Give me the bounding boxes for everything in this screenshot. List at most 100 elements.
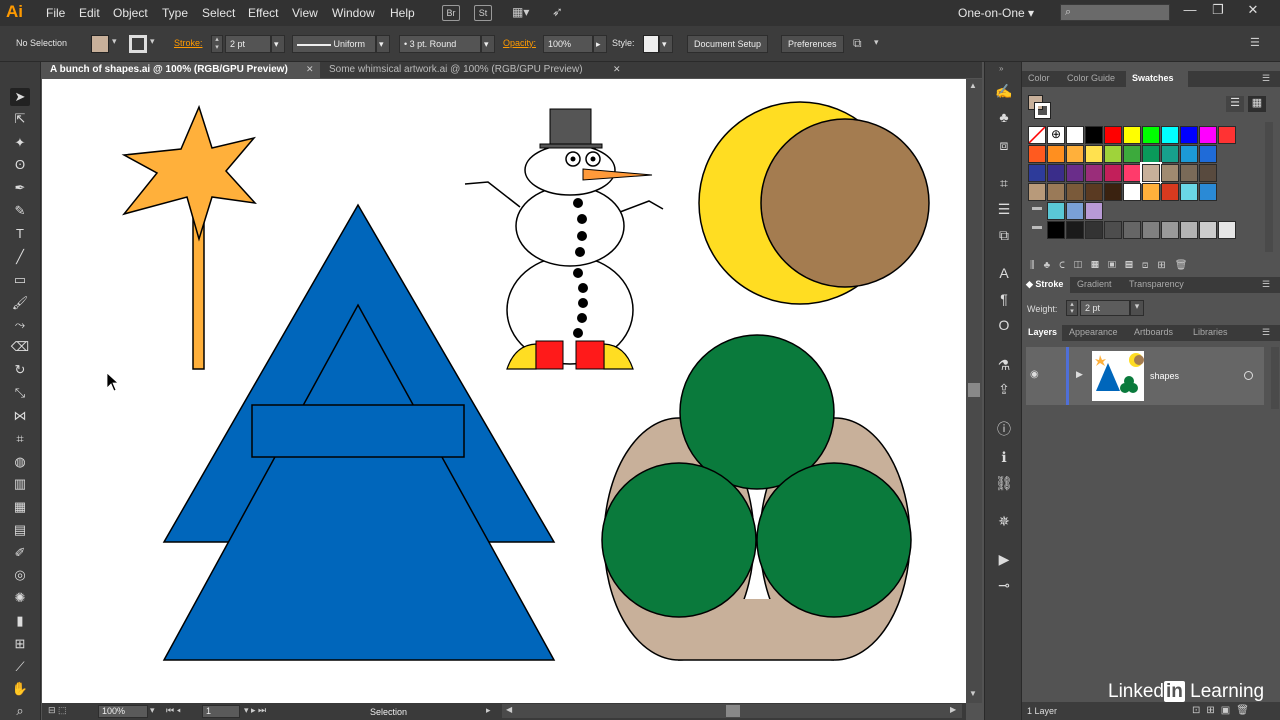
registration-swatch[interactable]: ⊕ [1047,126,1065,144]
style-swatch[interactable] [643,35,659,53]
stroke-profile-select[interactable]: Uniform [292,35,376,53]
tab-swatches[interactable]: Swatches [1126,71,1188,87]
swatch[interactable] [1123,221,1141,239]
swatch[interactable] [1199,183,1217,201]
chevron-down-icon[interactable]: ▾ [112,36,117,47]
links-chain-icon[interactable]: ⊸ [994,576,1014,594]
tree-circle-right[interactable] [756,462,912,618]
snowman-right-foot[interactable] [603,343,634,370]
swatch[interactable] [1085,202,1103,220]
none-swatch[interactable] [1028,126,1046,144]
swatch-scrollbar[interactable] [1265,122,1273,252]
artboard-nav-icon[interactable]: ⊟ ⬚ [48,705,67,716]
artboard-prev-icon[interactable]: ⏮ ◂ [166,705,181,716]
swatch[interactable] [1199,164,1217,182]
swatch[interactable] [1104,183,1122,201]
menu-help[interactable]: Help [390,6,415,20]
perspective-grid-tool-icon[interactable]: ▥ [10,475,30,493]
tab-color[interactable]: Color [1028,73,1050,83]
artboard-number-field[interactable]: 1 [202,705,240,718]
swatch[interactable] [1180,221,1198,239]
type-tool-icon[interactable]: T [10,225,30,243]
star-shape[interactable] [121,104,257,242]
opacity-field[interactable]: 100% [543,35,593,53]
swatch[interactable] [1104,126,1122,144]
chevron-down-icon[interactable]: ▾ [659,35,673,53]
chevron-right-icon[interactable]: ▸ [593,35,607,53]
swatch[interactable] [1104,164,1122,182]
swatch[interactable] [1028,164,1046,182]
gradient-tool-icon[interactable]: ▤ [10,521,30,539]
panel-menu-icon[interactable]: ☰ [1262,279,1270,290]
list-view-icon[interactable]: ☰ [1226,96,1244,112]
graphic-styles-panel-icon[interactable]: ⧈ [994,136,1014,154]
panel-menu-icon[interactable]: ☰ [1262,73,1270,84]
minimize-icon[interactable]: — [1180,2,1200,22]
eyedropper-tool-icon[interactable]: ✐ [10,544,30,562]
swatch[interactable] [1218,221,1236,239]
symbols-panel-icon[interactable]: ♣ [994,108,1014,126]
expand-arrow-icon[interactable]: ▶ [1076,369,1083,380]
opentype-panel-icon[interactable]: O [994,316,1014,334]
tab-a-bunch-of-shapes[interactable]: A bunch of shapes.ai @ 100% (RGB/GPU Pre… [42,62,320,78]
shape-builder-tool-icon[interactable]: ◍ [10,453,30,471]
swatch[interactable] [1161,126,1179,144]
swatch[interactable] [1142,183,1160,201]
snowman-left-arm[interactable] [464,181,521,208]
menu-effect[interactable]: Effect [248,6,278,20]
stroke-swatch[interactable] [129,35,147,53]
pen-tool-icon[interactable]: ✒ [10,179,30,197]
chevron-down-icon[interactable]: ▾ [376,35,390,53]
horizontal-scrollbar[interactable]: ◀ ▶ [502,704,962,718]
snowman-hat-brim[interactable] [539,143,603,149]
tab-libraries[interactable]: Libraries [1193,327,1228,337]
snowman-right-boot[interactable] [575,340,605,370]
swatch[interactable] [1140,162,1162,184]
fill-swatch[interactable] [91,35,109,53]
arrange-documents-icon[interactable]: ▦▾ [512,5,538,21]
rotate-tool-icon[interactable]: ↻ [10,361,30,379]
swatch[interactable] [1028,145,1046,163]
swatch[interactable] [1199,221,1217,239]
swatch[interactable] [1180,145,1198,163]
stroke-weight-field[interactable]: 2 pt [225,35,271,53]
layer-name[interactable]: shapes [1150,371,1179,381]
visibility-eye-icon[interactable]: ◉ [1030,369,1039,380]
layers-scrollbar[interactable] [1271,347,1279,409]
swatch[interactable] [1066,221,1084,239]
swatch[interactable] [1047,145,1065,163]
tab-artboards[interactable]: Artboards [1134,327,1173,337]
artboard-canvas[interactable] [42,79,966,703]
menu-type[interactable]: Type [162,6,188,20]
grid-view-icon[interactable]: ▦ [1248,96,1266,112]
navigator-panel-icon[interactable]: ✵ [994,512,1014,530]
chevron-down-icon[interactable]: ▾ [481,35,495,53]
actions-panel-icon[interactable]: ▶ [994,550,1014,568]
links-panel-icon[interactable]: ⛓ [994,474,1014,492]
swatch[interactable] [1161,164,1179,182]
swatch[interactable] [1085,183,1103,201]
swatch[interactable] [1085,164,1103,182]
snowman-hat[interactable] [549,108,592,148]
tab-stroke[interactable]: ◆ Stroke [1022,277,1070,293]
shaper-tool-icon[interactable]: ⤳ [10,316,30,334]
swatch[interactable] [1123,164,1141,182]
preferences-button[interactable]: Preferences [781,35,844,53]
scroll-down-icon[interactable]: ▼ [969,689,977,698]
brush-select[interactable]: • 3 pt. Round [399,35,481,53]
symbol-sprayer-tool-icon[interactable]: ✺ [10,589,30,607]
magic-wand-tool-icon[interactable]: ✦ [10,134,30,152]
panel-menu-icon[interactable]: ☰ [1250,36,1260,49]
info-panel-icon[interactable]: ⓘ [994,420,1014,438]
swatch[interactable] [1161,145,1179,163]
weight-stepper[interactable]: ▴ ▾ [1066,300,1078,316]
close-tab-icon[interactable]: ✕ [613,64,621,75]
swatch[interactable] [1085,126,1103,144]
close-tab-icon[interactable]: ✕ [306,64,314,75]
swatch[interactable] [1066,202,1084,220]
tab-appearance[interactable]: Appearance [1069,327,1118,337]
swatch[interactable] [1047,221,1065,239]
menu-window[interactable]: Window [332,6,375,20]
menu-object[interactable]: Object [113,6,148,20]
selection-tool-icon[interactable]: ➤ [10,88,30,106]
